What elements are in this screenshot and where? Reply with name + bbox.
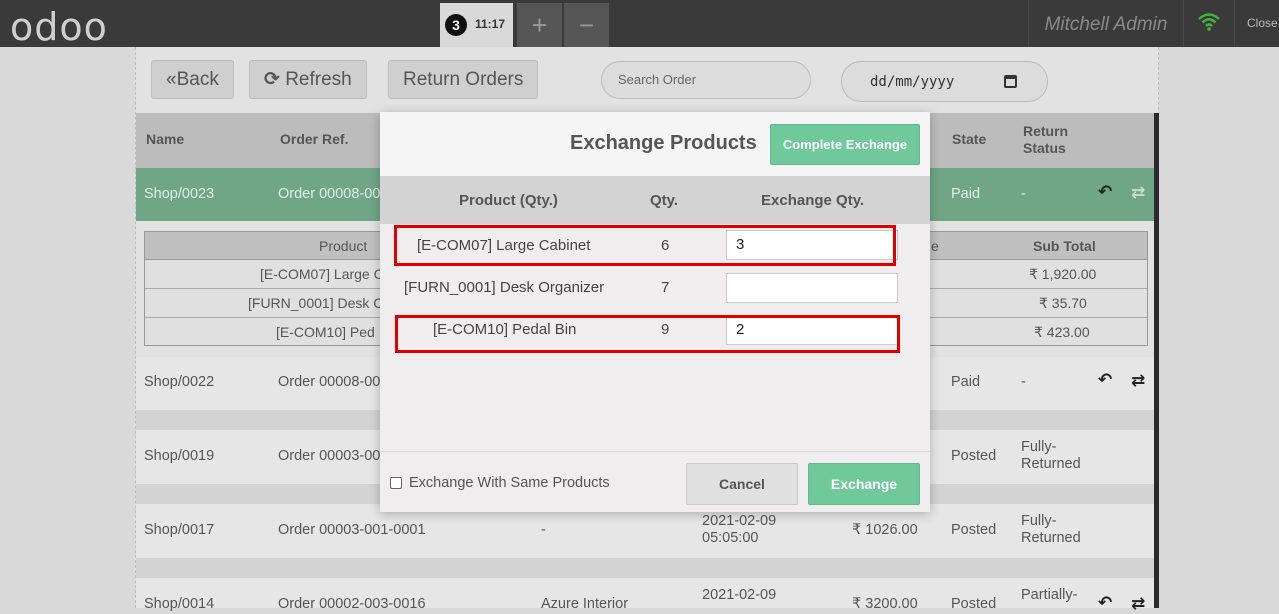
calendar-icon[interactable] — [1004, 75, 1017, 88]
exchange-qty: 7 — [661, 279, 670, 296]
row-state: Posted — [951, 448, 997, 464]
order-time: 11:17 — [475, 17, 506, 31]
row-return-status: Partially- — [1021, 587, 1078, 603]
exchange-qty-input[interactable] — [726, 273, 898, 303]
detail-subtotal: ₹ 423.00 — [1034, 324, 1090, 340]
row-state: Paid — [951, 374, 981, 390]
date-input[interactable]: dd/mm/yyyy — [841, 61, 1048, 102]
row-customer: - — [541, 522, 546, 538]
row-customer: Azure Interior — [541, 596, 629, 612]
detail-product: [FURN_0001] Desk C — [248, 295, 384, 311]
exchange-row: [FURN_0001] Desk Organizer 7 — [380, 266, 930, 308]
refresh-label: Refresh — [285, 69, 352, 90]
order-count-badge: 3 — [445, 14, 467, 36]
return-icon[interactable]: ↶ — [1098, 182, 1112, 202]
exchange-button[interactable]: Exchange — [808, 463, 920, 505]
return-icon[interactable]: ↶ — [1098, 593, 1112, 613]
refresh-icon: ⟳ — [264, 69, 280, 90]
add-order-button[interactable]: + — [517, 3, 562, 47]
detail-product: [E-COM10] Ped — [276, 324, 375, 340]
detail-header-partial: e — [931, 238, 939, 254]
row-ref: Order 00002-003-0016 — [278, 596, 426, 612]
double-chevron-left-icon: « — [166, 69, 177, 90]
complete-exchange-button[interactable]: Complete Exchange — [770, 124, 920, 165]
header-exchange-qty: Exchange Qty. — [761, 192, 865, 209]
cancel-button[interactable]: Cancel — [686, 463, 798, 505]
exchange-product: [FURN_0001] Desk Organizer — [404, 279, 605, 296]
row-ref: Order 00003-00 — [278, 448, 381, 464]
highlight-box — [394, 225, 896, 266]
modal-header: Exchange Products Complete Exchange — [380, 112, 930, 176]
row-return-status: - — [1021, 186, 1026, 202]
user-name: Mitchell Admin — [1028, 0, 1183, 47]
exchange-icon[interactable]: ⇄ — [1131, 183, 1145, 203]
row-state: Paid — [951, 186, 981, 202]
same-products-checkbox[interactable] — [390, 477, 402, 489]
exchange-products-modal: Exchange Products Complete Exchange Prod… — [380, 112, 930, 512]
row-separator — [136, 558, 1156, 578]
modal-title: Exchange Products — [570, 132, 757, 154]
row-state: Posted — [951, 522, 997, 538]
row-name: Shop/0014 — [144, 596, 215, 612]
exchange-icon[interactable]: ⇄ — [1131, 371, 1145, 391]
highlight-box — [395, 315, 900, 353]
row-date: 2021-02-09 05:05:00 — [702, 513, 777, 546]
detail-product: [E-COM07] Large C — [260, 266, 384, 282]
row-state: Posted — [951, 596, 997, 612]
detail-header-subtotal: Sub Total — [1033, 238, 1096, 254]
table-row[interactable]: Shop/0014 Order 00002-003-0016 Azure Int… — [136, 578, 1156, 613]
exchange-table-header: Product (Qty.) Qty. Exchange Qty. — [380, 176, 930, 224]
top-bar: odoo 3 11:17 + − Mitchell Admin Close — [0, 0, 1279, 49]
order-tab[interactable]: 3 11:17 — [440, 3, 513, 47]
row-name: Shop/0022 — [144, 374, 215, 390]
back-button[interactable]: «Back — [151, 60, 234, 99]
row-return-status: - — [1021, 374, 1026, 390]
row-total: ₹ 1026.00 — [852, 522, 918, 538]
table-row[interactable]: Shop/0017 Order 00003-001-0001 - 2021-02… — [136, 504, 1156, 558]
detail-header-product: Product — [319, 238, 368, 254]
return-orders-button[interactable]: Return Orders — [388, 60, 539, 99]
row-name: Shop/0023 — [144, 186, 215, 202]
detail-subtotal: ₹ 35.70 — [1039, 295, 1087, 311]
header-qty: Qty. — [650, 192, 679, 209]
same-products-label[interactable]: Exchange With Same Products — [409, 475, 610, 491]
return-icon[interactable]: ↶ — [1098, 370, 1112, 390]
modal-footer: Exchange With Same Products Cancel Excha… — [380, 451, 930, 512]
row-name: Shop/0017 — [144, 522, 215, 538]
detail-subtotal: ₹ 1,920.00 — [1029, 266, 1097, 282]
header-return-status: Return Status — [1023, 123, 1069, 156]
wifi-icon — [1183, 0, 1233, 47]
back-label: Back — [176, 69, 219, 90]
row-ref: Order 00003-001-0001 — [278, 522, 426, 538]
row-return-status: Fully- Returned — [1021, 439, 1081, 472]
header-name: Name — [146, 131, 185, 147]
row-ref: Order 00008-00 — [278, 374, 381, 390]
remove-order-button[interactable]: − — [564, 3, 609, 47]
header-state: State — [952, 131, 987, 147]
search-order-input[interactable]: Search Order — [601, 61, 811, 99]
row-return-status: Fully- Returned — [1021, 513, 1081, 546]
refresh-button[interactable]: ⟳ Refresh — [249, 60, 367, 99]
date-placeholder: dd/mm/yyyy — [870, 74, 955, 90]
header-product-qty: Product (Qty.) — [459, 192, 558, 209]
exchange-icon[interactable]: ⇄ — [1131, 594, 1145, 614]
row-date: 2021-02-09 — [702, 587, 777, 603]
scrollbar[interactable] — [1154, 113, 1159, 608]
header-order-ref: Order Ref. — [280, 131, 349, 147]
row-ref: Order 00008-00 — [278, 186, 381, 202]
close-button[interactable]: Close — [1234, 0, 1279, 47]
row-name: Shop/0019 — [144, 448, 215, 464]
row-total: ₹ 3200.00 — [852, 596, 918, 612]
odoo-logo: odoo — [10, 5, 108, 49]
